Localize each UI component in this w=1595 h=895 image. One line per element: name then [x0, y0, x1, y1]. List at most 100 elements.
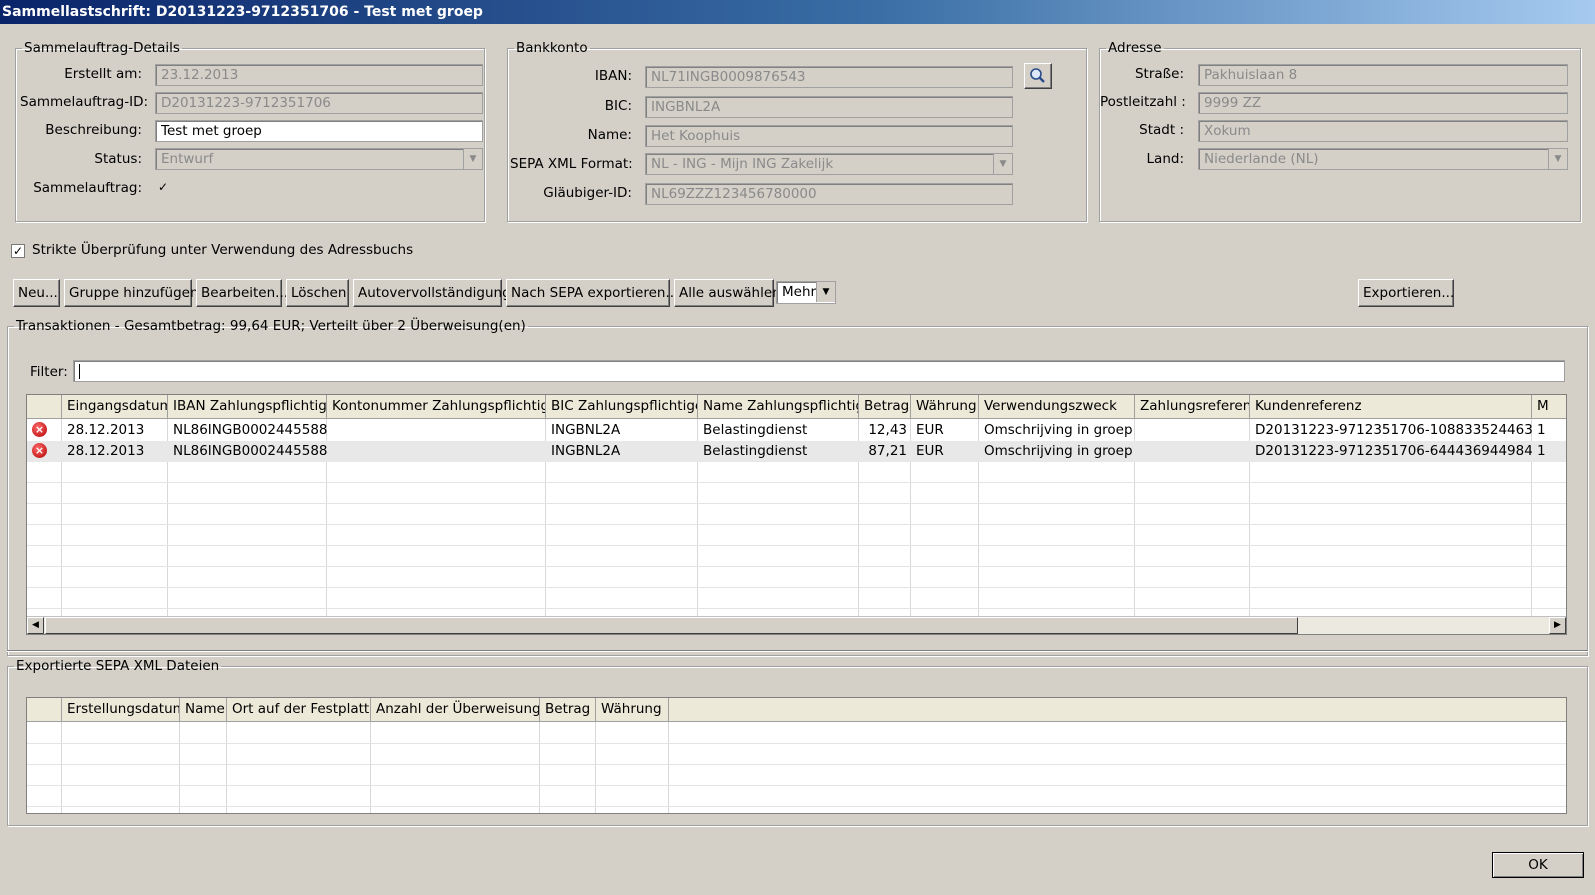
column-header[interactable]: M	[1532, 395, 1566, 418]
scrollbar-thumb[interactable]	[45, 617, 1298, 634]
splitter[interactable]	[7, 650, 1588, 652]
table-row[interactable]: × 28.12.2013 NL86INGB0002445588 INGBNL2A…	[27, 441, 1566, 462]
creditor-field: NL69ZZZ123456780000	[645, 183, 1013, 205]
table-cell: EUR	[916, 422, 944, 438]
id-field: D20131223-9712351706	[155, 92, 483, 114]
filter-input[interactable]	[73, 360, 1565, 382]
details-legend: Sammelauftrag-Details	[24, 40, 180, 56]
bic-field: INGBNL2A	[645, 96, 1013, 118]
filter-label: Filter:	[30, 364, 68, 380]
format-label: SEPA XML Format:	[510, 156, 633, 172]
text-caret	[79, 364, 80, 379]
description-label: Beschreibung:	[45, 122, 142, 138]
iban-label: IBAN:	[594, 68, 632, 84]
more-select[interactable]: Mehr ▼	[776, 281, 836, 304]
table-cell	[327, 441, 546, 462]
select-all-button[interactable]: Alle auswählen	[674, 279, 781, 307]
scroll-right-button[interactable]: ▶	[1549, 617, 1566, 634]
delete-button[interactable]: Löschen	[286, 279, 349, 307]
table-cell	[1135, 441, 1250, 462]
table-cell: 1	[1537, 422, 1546, 438]
column-header-status[interactable]	[27, 395, 62, 418]
column-header[interactable]: Kontonummer Zahlungspflichtiger	[327, 395, 546, 418]
table-cell: EUR	[916, 443, 944, 459]
address-legend: Adresse	[1108, 40, 1162, 56]
error-icon: ×	[32, 443, 47, 458]
chevron-down-icon: ▼	[1548, 149, 1567, 169]
batch-label: Sammelauftrag:	[33, 180, 142, 196]
zip-field: 9999 ZZ	[1198, 92, 1568, 114]
export-sepa-button[interactable]: Nach SEPA exportieren...	[506, 279, 678, 307]
column-header[interactable]: Anzahl der Überweisungen	[371, 698, 540, 721]
column-header[interactable]: Betrag	[859, 395, 911, 418]
iban-field: NL71INGB0009876543	[645, 66, 1013, 88]
column-header[interactable]: Name Zahlungspflichtiger	[698, 395, 859, 418]
column-header[interactable]: Eingangsdatum	[62, 395, 168, 418]
created-field: 23.12.2013	[155, 64, 483, 86]
table-cell: 28.12.2013	[67, 443, 145, 459]
batch-checkbox[interactable]: ✓	[156, 180, 170, 194]
ok-button[interactable]: OK	[1492, 852, 1584, 878]
strict-check-checkbox[interactable]: ✓	[11, 244, 25, 258]
table-cell: 1	[1537, 443, 1546, 459]
column-header[interactable]: IBAN Zahlungspflichtiger	[168, 395, 327, 418]
zip-label: Postleitzahl :	[1100, 94, 1186, 110]
exports-header: Erstellungsdatum Name Ort auf der Festpl…	[27, 698, 1566, 722]
export-button[interactable]: Exportieren...	[1358, 279, 1454, 307]
format-select: NL - ING - Mijn ING Zakelijk ▼	[645, 153, 1013, 175]
scroll-left-button[interactable]: ◀	[27, 617, 44, 634]
table-row[interactable]: × 28.12.2013 NL86INGB0002445588 INGBNL2A…	[27, 420, 1566, 441]
strict-check-label: Strikte Überprüfung unter Verwendung des…	[32, 242, 414, 258]
chevron-down-icon: ▼	[816, 282, 835, 302]
column-header[interactable]: Name	[180, 698, 227, 721]
table-cell: 12,43	[868, 422, 907, 438]
column-header-status[interactable]	[27, 698, 62, 721]
edit-button[interactable]: Bearbeiten...	[196, 279, 288, 307]
column-header[interactable]: Ort auf der Festplatte	[227, 698, 371, 721]
country-label: Land:	[1146, 151, 1184, 167]
column-header[interactable]: BIC Zahlungspflichtiger	[546, 395, 698, 418]
table-cell: INGBNL2A	[551, 422, 621, 438]
table-cell: NL86INGB0002445588	[173, 422, 327, 438]
format-value: NL - ING - Mijn ING Zakelijk	[651, 156, 834, 172]
magnifier-icon	[1030, 68, 1045, 83]
creditor-label: Gläubiger-ID:	[543, 185, 632, 201]
column-header[interactable]: Währung	[911, 395, 979, 418]
column-header[interactable]: Kundenreferenz	[1250, 395, 1532, 418]
column-header[interactable]: Zahlungsreferenz	[1135, 395, 1250, 418]
table-cell: Omschrijving in groep 2	[984, 422, 1135, 438]
bank-name-field: Het Koophuis	[645, 125, 1013, 147]
table-cell: Omschrijving in groep	[984, 443, 1133, 459]
column-header[interactable]: Erstellungsdatum	[62, 698, 180, 721]
description-input[interactable]: Test met groep	[155, 120, 483, 142]
status-select: Entwurf ▼	[155, 148, 483, 170]
more-value: Mehr	[782, 284, 817, 300]
table-cell: INGBNL2A	[551, 443, 621, 459]
column-header[interactable]: Betrag	[540, 698, 596, 721]
transactions-header: Eingangsdatum IBAN Zahlungspflichtiger K…	[27, 395, 1566, 419]
table-cell: 87,21	[868, 443, 907, 459]
table-cell	[1135, 420, 1250, 441]
column-header[interactable]: Währung	[596, 698, 669, 721]
column-header[interactable]: Verwendungszweck	[979, 395, 1135, 418]
country-select: Niederlande (NL) ▼	[1198, 148, 1568, 170]
city-field: Xokum	[1198, 120, 1568, 142]
chevron-down-icon: ▼	[993, 154, 1012, 174]
error-icon: ×	[32, 422, 47, 437]
exports-legend: Exportierte SEPA XML Dateien	[16, 658, 220, 674]
bic-label: BIC:	[604, 98, 632, 114]
transactions-table: Eingangsdatum IBAN Zahlungspflichtiger K…	[26, 394, 1567, 635]
table-cell: Belastingdienst	[703, 443, 808, 459]
table-cell: NL86INGB0002445588	[173, 443, 327, 459]
horizontal-scrollbar[interactable]: ◀ ▶	[27, 616, 1566, 634]
iban-search-button[interactable]	[1024, 63, 1052, 89]
street-field: Pakhuislaan 8	[1198, 64, 1568, 86]
table-cell: D20131223-9712351706-10883352446387	[1255, 422, 1532, 438]
chevron-down-icon: ▼	[463, 149, 482, 169]
new-button[interactable]: Neu...	[13, 279, 60, 307]
table-cell	[327, 420, 546, 441]
autocomplete-button[interactable]: Autovervollständigung	[353, 279, 511, 307]
exports-table: Erstellungsdatum Name Ort auf der Festpl…	[26, 697, 1567, 814]
add-group-button[interactable]: Gruppe hinzufügen	[64, 279, 199, 307]
table-cell: Belastingdienst	[703, 422, 808, 438]
